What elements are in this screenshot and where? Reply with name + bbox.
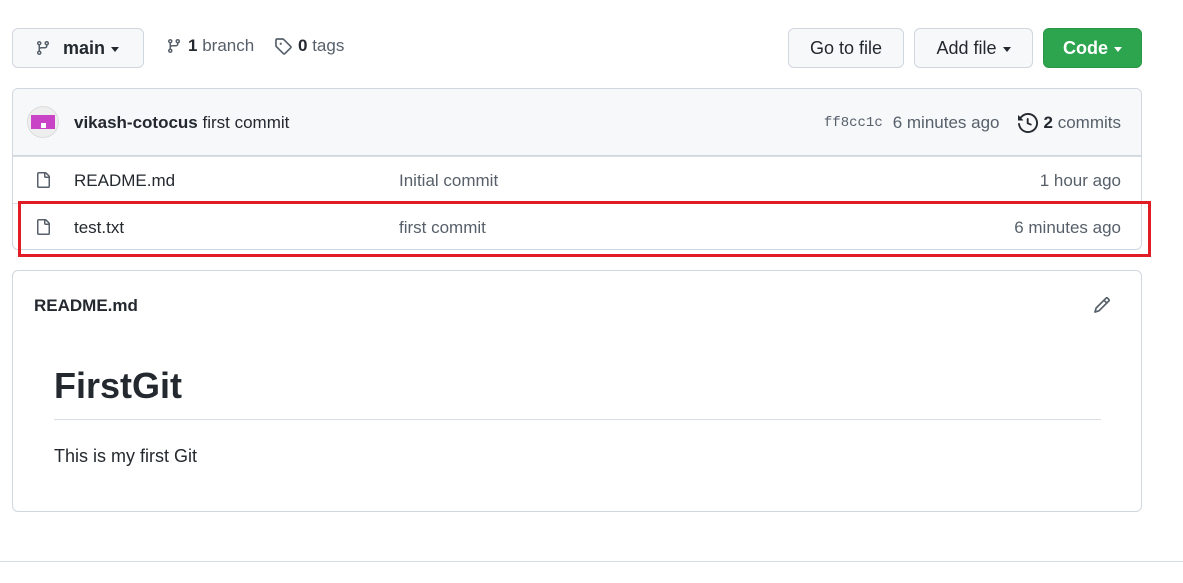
divider [54,419,1101,420]
git-branch-icon [167,39,180,54]
tags-link[interactable]: 0 tags [274,36,344,56]
latest-commit-bar: vikash-cotocus first commit ff8cc1c 6 mi… [13,89,1141,156]
file-name[interactable]: README.md [74,171,175,191]
readme-panel: README.md FirstGit This is my first Git [12,270,1142,512]
file-commit-message[interactable]: Initial commit [399,171,498,191]
git-branch-icon [36,41,49,56]
readme-heading: FirstGit [54,365,183,406]
history-icon [1017,113,1038,133]
code-button[interactable]: Code [1043,28,1142,68]
tag-count: 0 [298,36,308,55]
branch-label: branch [202,36,255,55]
branch-select-button[interactable]: main [12,28,144,68]
chevron-down-icon [111,46,120,52]
chevron-down-icon [1002,46,1011,52]
branches-link[interactable]: 1 branch [166,36,254,56]
divider [0,561,1183,562]
commit-summary: vikash-cotocus first commit [74,113,289,133]
go-to-file-button[interactable]: Go to file [788,28,904,68]
file-row[interactable]: test.txt first commit 6 minutes ago [13,203,1141,249]
commit-count-label: commits [1057,113,1121,132]
file-name[interactable]: test.txt [74,218,124,238]
commit-count: 2 [1043,113,1053,132]
branch-count: 1 [188,36,198,55]
file-row[interactable]: README.md Initial commit 1 hour ago [13,156,1141,203]
file-icon [37,219,50,235]
add-file-label: Add file [936,37,997,58]
commit-age: 6 minutes ago [892,113,1000,132]
chevron-down-icon [1114,46,1122,52]
tag-icon [275,38,292,55]
file-commit-message[interactable]: first commit [399,218,486,238]
tag-label: tags [312,36,345,55]
commit-meta: ff8cc1c 6 minutes ago 2 commits [824,113,1121,133]
file-age: 6 minutes ago [1014,218,1121,237]
readme-body: This is my first Git [54,446,197,466]
readme-title: README.md [34,296,138,315]
file-listing: vikash-cotocus first commit ff8cc1c 6 mi… [12,88,1142,250]
file-age: 1 hour ago [1039,171,1121,190]
file-icon [37,172,50,188]
commit-sha[interactable]: ff8cc1c [824,115,883,131]
code-label: Code [1063,37,1108,58]
commit-author[interactable]: vikash-cotocus [74,113,198,132]
add-file-button[interactable]: Add file [914,28,1033,68]
commit-message[interactable]: first commit [203,113,290,132]
pencil-icon[interactable] [1093,296,1111,314]
branch-name: main [63,37,106,58]
avatar[interactable] [27,106,59,138]
commits-link[interactable]: 2 commits [1017,113,1121,133]
